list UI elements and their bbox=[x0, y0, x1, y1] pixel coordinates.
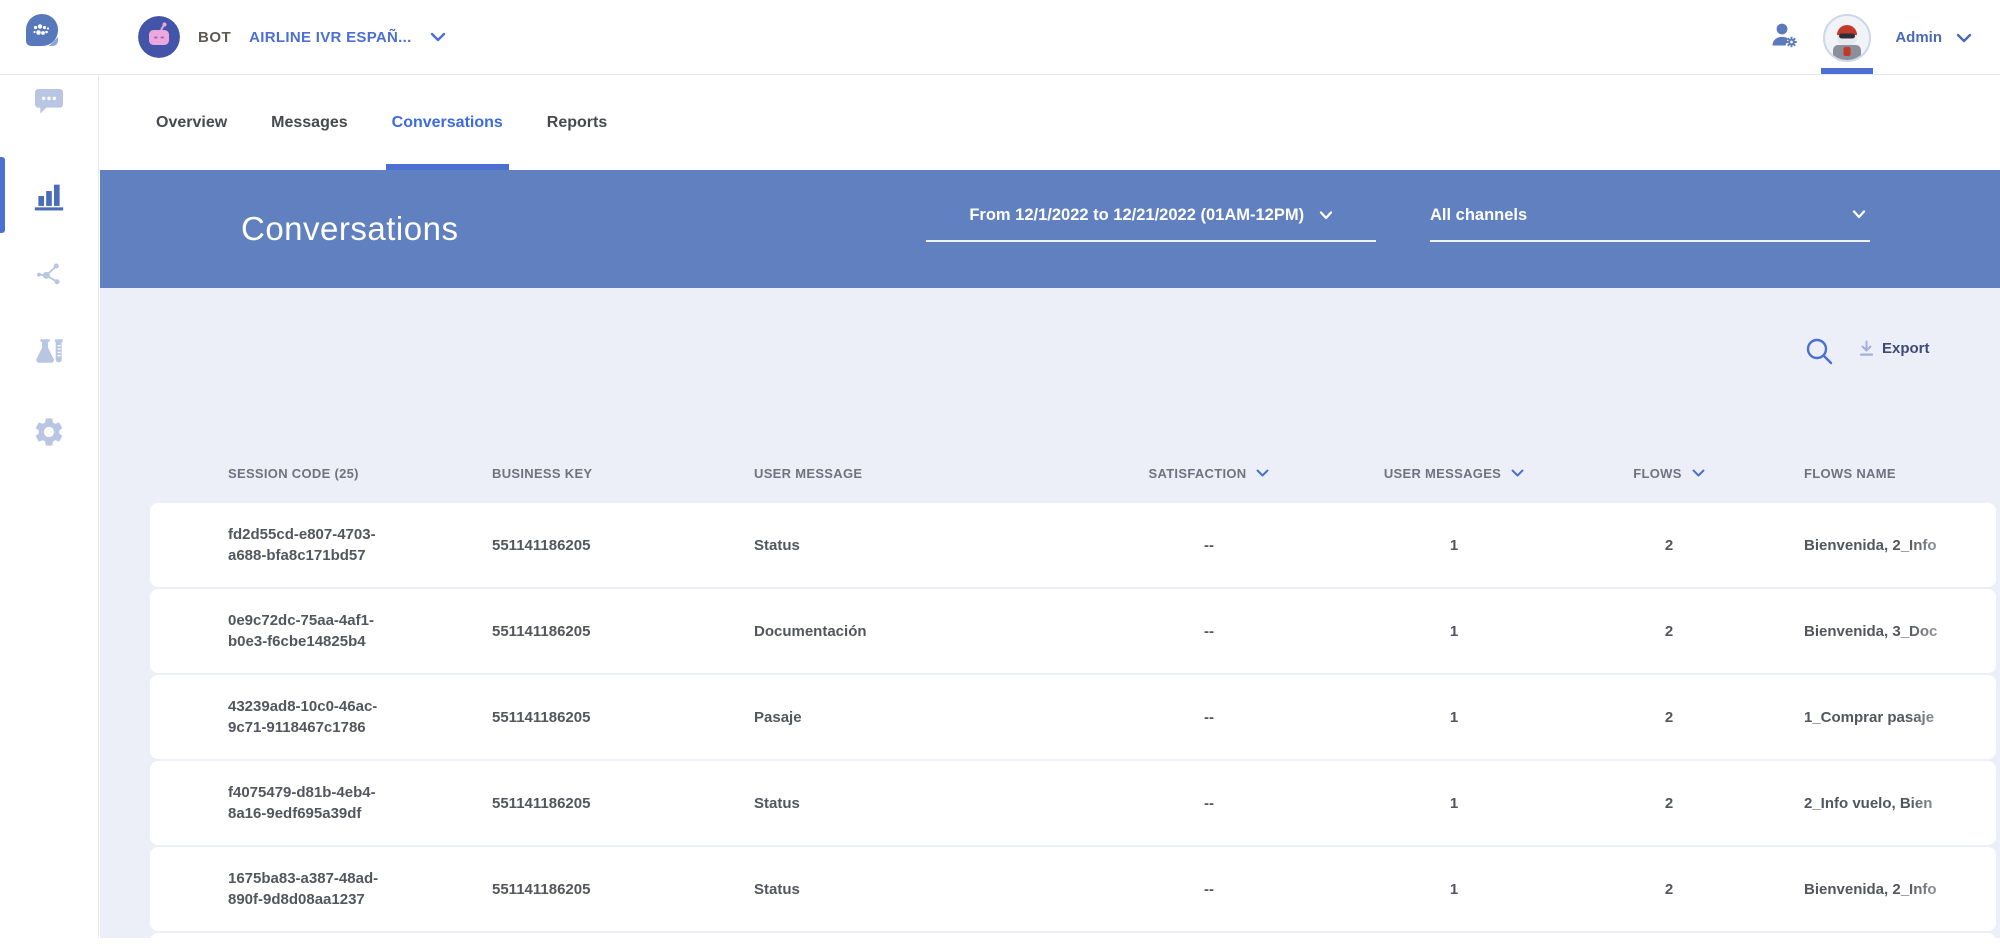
chevron-down-icon bbox=[430, 32, 446, 42]
channel-filter[interactable]: All channels bbox=[1430, 206, 1870, 242]
table-row[interactable]: 0e9c72dc-75aa-4af1-b0e3-f6cbe14825b4 551… bbox=[150, 589, 1996, 673]
cell-flows: 2 bbox=[1574, 881, 1764, 898]
sidebar-item-analytics[interactable] bbox=[29, 176, 69, 216]
cell-user-messages: 1 bbox=[1334, 537, 1574, 554]
date-range-filter[interactable]: From 12/1/2022 to 12/21/2022 (01AM-12PM) bbox=[926, 206, 1376, 242]
sidebar-item-flows[interactable] bbox=[29, 254, 69, 294]
export-button[interactable]: Export bbox=[1858, 340, 1930, 357]
tab-reports[interactable]: Reports bbox=[545, 76, 609, 170]
column-header-flows-name: FLOWS NAME bbox=[1764, 466, 1996, 481]
cell-session-code: fd2d55cd-e807-4703-a688-bfa8c171bd57 bbox=[150, 524, 492, 566]
sort-chevron-icon bbox=[1511, 469, 1524, 477]
cell-user-messages: 1 bbox=[1334, 881, 1574, 898]
table-body: fd2d55cd-e807-4703-a688-bfa8c171bd57 551… bbox=[150, 503, 1996, 945]
bot-type-label: BOT bbox=[198, 29, 231, 46]
search-button[interactable] bbox=[1800, 332, 1838, 370]
channel-filter-value: All channels bbox=[1430, 206, 1527, 224]
column-header-user-message: USER MESSAGE bbox=[754, 466, 1084, 481]
download-icon bbox=[1858, 340, 1875, 357]
user-avatar[interactable] bbox=[1821, 0, 1873, 75]
table-row[interactable]: 1675ba83-a387-48ad-890f-9d8d08aa1237 551… bbox=[150, 847, 1996, 931]
table-row[interactable]: f4075479-d81b-4eb4-8a16-9edf695a39df 551… bbox=[150, 761, 1996, 845]
cell-satisfaction: -- bbox=[1084, 537, 1334, 554]
cell-user-messages: 1 bbox=[1334, 795, 1574, 812]
user-settings-icon[interactable] bbox=[1769, 20, 1799, 55]
gear-icon bbox=[32, 415, 66, 449]
page-title: Conversations bbox=[241, 210, 458, 248]
lab-flask-icon bbox=[32, 334, 66, 368]
cell-flows: 2 bbox=[1574, 537, 1764, 554]
content: Overview Messages Conversations Reports … bbox=[100, 76, 2000, 938]
bot-avatar bbox=[138, 16, 180, 58]
export-label: Export bbox=[1882, 340, 1930, 357]
cell-flows: 2 bbox=[1574, 623, 1764, 640]
sidebar-item-testing[interactable] bbox=[29, 331, 69, 371]
table-row[interactable]: 43239ad8-10c0-46ac-9c71-9118467c1786 551… bbox=[150, 675, 1996, 759]
column-header-session-code: SESSION CODE (25) bbox=[150, 466, 492, 481]
cell-session-code: 1675ba83-a387-48ad-890f-9d8d08aa1237 bbox=[150, 868, 492, 910]
tabs-bar: Overview Messages Conversations Reports bbox=[100, 76, 2000, 170]
cell-flows-name: Bienvenida, 3_Doc bbox=[1764, 623, 1996, 640]
cell-flows-name: 2_Info vuelo, Bien bbox=[1764, 795, 1996, 812]
table-row-partial bbox=[150, 933, 1996, 945]
active-nav-indicator bbox=[0, 157, 5, 233]
search-icon bbox=[1803, 335, 1835, 367]
cell-session-code: f4075479-d81b-4eb4-8a16-9edf695a39df bbox=[150, 782, 492, 824]
admin-menu[interactable]: Admin bbox=[1895, 29, 1972, 46]
cell-user-messages: 1 bbox=[1334, 709, 1574, 726]
cell-satisfaction: -- bbox=[1084, 709, 1334, 726]
conversations-panel: Export SESSION CODE (25) BUSINESS KEY US… bbox=[100, 288, 2000, 938]
cell-business-key: 551141186205 bbox=[492, 537, 754, 554]
top-bar: BOT AIRLINE IVR ESPAÑ... bbox=[0, 0, 2000, 75]
date-range-value: From 12/1/2022 to 12/21/2022 (01AM-12PM) bbox=[969, 206, 1304, 224]
chevron-down-icon bbox=[1956, 33, 1972, 43]
cell-user-message: Pasaje bbox=[754, 709, 1084, 726]
cell-flows-name: 1_Comprar pasaje bbox=[1764, 709, 1996, 726]
cell-satisfaction: -- bbox=[1084, 881, 1334, 898]
bot-selector[interactable]: BOT AIRLINE IVR ESPAÑ... bbox=[138, 11, 446, 63]
cell-user-message: Documentación bbox=[754, 623, 1084, 640]
table-row[interactable]: fd2d55cd-e807-4703-a688-bfa8c171bd57 551… bbox=[150, 503, 1996, 587]
platform-logo-icon[interactable] bbox=[25, 13, 59, 47]
cell-business-key: 551141186205 bbox=[492, 881, 754, 898]
active-user-indicator bbox=[1821, 68, 1873, 74]
cell-flows-name: Bienvenida, 2_Info bbox=[1764, 881, 1996, 898]
cell-session-code: 43239ad8-10c0-46ac-9c71-9118467c1786 bbox=[150, 696, 492, 738]
header-band: Conversations From 12/1/2022 to 12/21/20… bbox=[100, 170, 2000, 288]
cell-flows: 2 bbox=[1574, 709, 1764, 726]
bot-name: AIRLINE IVR ESPAÑ... bbox=[249, 29, 411, 46]
table-header: SESSION CODE (25) BUSINESS KEY USER MESS… bbox=[150, 458, 1996, 488]
sort-chevron-icon bbox=[1692, 469, 1705, 477]
cell-user-message: Status bbox=[754, 537, 1084, 554]
cell-user-message: Status bbox=[754, 795, 1084, 812]
cell-satisfaction: -- bbox=[1084, 623, 1334, 640]
column-header-user-messages[interactable]: USER MESSAGES bbox=[1334, 466, 1574, 481]
column-header-business-key: BUSINESS KEY bbox=[492, 466, 754, 481]
cell-flows-name: Bienvenida, 2_Info bbox=[1764, 537, 1996, 554]
cell-user-message: Status bbox=[754, 881, 1084, 898]
cell-business-key: 551141186205 bbox=[492, 623, 754, 640]
cell-session-code: 0e9c72dc-75aa-4af1-b0e3-f6cbe14825b4 bbox=[150, 610, 492, 652]
tab-conversations[interactable]: Conversations bbox=[390, 76, 505, 170]
sidebar-item-settings[interactable] bbox=[29, 412, 69, 452]
admin-label: Admin bbox=[1895, 29, 1942, 46]
cell-user-messages: 1 bbox=[1334, 623, 1574, 640]
chevron-down-icon bbox=[1319, 211, 1333, 220]
column-header-flows[interactable]: FLOWS bbox=[1574, 466, 1764, 481]
sort-chevron-icon bbox=[1256, 469, 1269, 477]
chevron-down-icon bbox=[1852, 210, 1866, 219]
chat-bubble-icon bbox=[33, 85, 65, 117]
network-icon bbox=[33, 258, 65, 290]
tab-overview[interactable]: Overview bbox=[154, 76, 229, 170]
cell-flows: 2 bbox=[1574, 795, 1764, 812]
column-header-satisfaction[interactable]: SATISFACTION bbox=[1084, 466, 1334, 481]
cell-satisfaction: -- bbox=[1084, 795, 1334, 812]
sidebar-item-conversations[interactable] bbox=[29, 81, 69, 121]
tab-messages[interactable]: Messages bbox=[269, 76, 350, 170]
sidebar bbox=[0, 76, 99, 938]
bar-chart-icon bbox=[32, 179, 66, 213]
cell-business-key: 551141186205 bbox=[492, 795, 754, 812]
cell-business-key: 551141186205 bbox=[492, 709, 754, 726]
